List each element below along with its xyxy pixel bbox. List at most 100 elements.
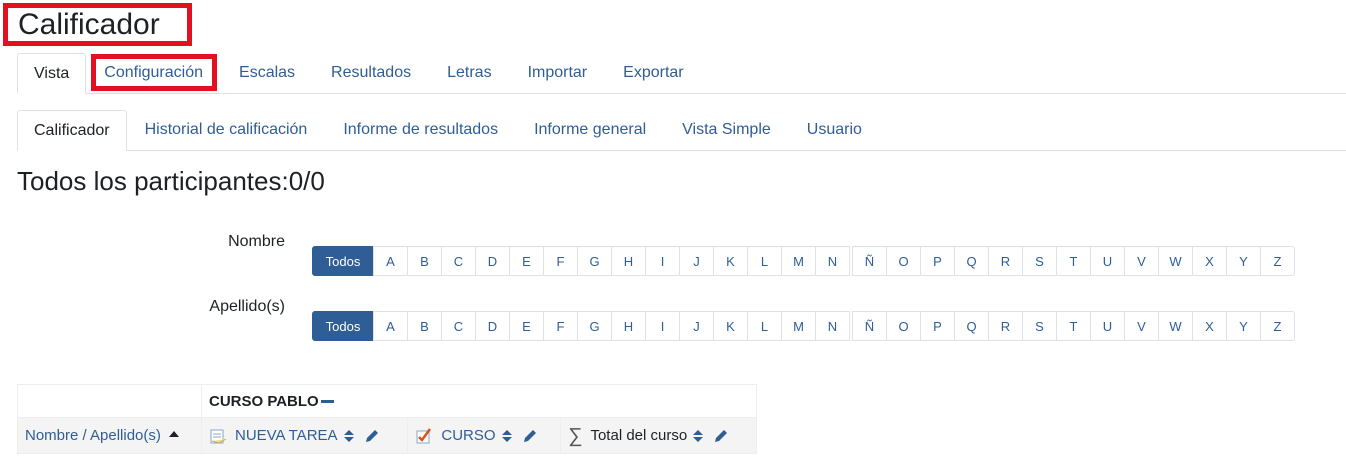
sort-asc-icon[interactable] xyxy=(168,430,179,437)
initial-button[interactable]: X xyxy=(1192,311,1227,341)
sort-icon[interactable] xyxy=(501,429,512,442)
initial-button[interactable]: E xyxy=(509,246,544,276)
tab-escalas[interactable]: Escalas xyxy=(221,53,313,93)
initial-button[interactable]: V xyxy=(1124,246,1159,276)
sort-icon[interactable] xyxy=(343,429,354,442)
tab-calificador[interactable]: Calificador xyxy=(17,110,127,151)
grader-table: CURSO PABLO Nombre / Apellido(s) NUEVA T… xyxy=(17,384,757,454)
initial-button[interactable]: Ñ xyxy=(852,311,887,341)
initial-button[interactable]: B xyxy=(407,246,442,276)
initial-button[interactable]: R xyxy=(988,311,1023,341)
initial-button[interactable]: Y xyxy=(1226,246,1261,276)
tab-configuracion[interactable]: Configuración xyxy=(86,53,221,93)
initial-button[interactable]: R xyxy=(988,246,1023,276)
participants-heading: Todos los participantes:0/0 xyxy=(17,166,325,196)
initial-button[interactable]: Y xyxy=(1226,311,1261,341)
tab-exportar[interactable]: Exportar xyxy=(605,53,701,93)
initial-button[interactable]: P xyxy=(920,246,955,276)
sort-name-link[interactable]: Nombre / Apellido(s) xyxy=(25,427,161,444)
collapse-icon[interactable] xyxy=(320,400,334,404)
grade-item-header: CURSO xyxy=(407,417,562,454)
initial-button[interactable]: G xyxy=(577,246,612,276)
sub-tabs: Calificador Historial de calificación In… xyxy=(17,110,1346,151)
initial-button[interactable]: Q xyxy=(954,311,989,341)
initial-button[interactable]: S xyxy=(1022,311,1057,341)
initial-button[interactable]: G xyxy=(577,311,612,341)
highlight-box-title xyxy=(3,3,192,46)
edit-pencil-icon[interactable] xyxy=(522,428,538,444)
initial-button[interactable]: A xyxy=(373,311,408,341)
initial-button[interactable]: Q xyxy=(954,246,989,276)
grade-item-header: NUEVA TAREA xyxy=(200,417,409,454)
assignment-icon xyxy=(210,429,227,444)
grade-item-link[interactable]: NUEVA TAREA xyxy=(235,427,338,444)
initial-button[interactable]: U xyxy=(1090,246,1125,276)
initial-button[interactable]: V xyxy=(1124,311,1159,341)
initial-button[interactable]: J xyxy=(679,311,714,341)
tab-informe-resultados[interactable]: Informe de resultados xyxy=(325,110,516,150)
lastname-initials-bar: Todos A B C D E F G H I J K L M N Ñ O P Q R S T U V W X Y Z xyxy=(312,311,1295,341)
initial-button[interactable]: L xyxy=(747,246,782,276)
initial-button[interactable]: W xyxy=(1158,311,1193,341)
initial-button[interactable]: U xyxy=(1090,311,1125,341)
course-name: CURSO PABLO xyxy=(209,392,319,410)
initial-button[interactable]: O xyxy=(886,246,921,276)
tab-vista[interactable]: Vista xyxy=(17,53,87,94)
initial-button[interactable]: I xyxy=(645,311,680,341)
initial-button[interactable]: P xyxy=(920,311,955,341)
edit-pencil-icon[interactable] xyxy=(713,428,729,444)
sigma-icon: ∑ xyxy=(568,424,583,447)
initial-button[interactable]: C xyxy=(441,246,476,276)
course-total-label: Total del curso xyxy=(590,427,688,444)
initial-button[interactable]: O xyxy=(886,311,921,341)
tab-resultados[interactable]: Resultados xyxy=(313,53,429,93)
initial-button[interactable]: L xyxy=(747,311,782,341)
initial-all-button[interactable]: Todos xyxy=(312,246,374,276)
firstname-initials-bar: Todos A B C D E F G H I J K L M N Ñ O P Q R S T U V W X Y Z xyxy=(312,246,1295,276)
initial-button[interactable]: H xyxy=(611,311,646,341)
initial-button[interactable]: F xyxy=(543,311,578,341)
initial-button[interactable]: X xyxy=(1192,246,1227,276)
edit-pencil-icon[interactable] xyxy=(364,428,380,444)
tab-importar[interactable]: Importar xyxy=(510,53,606,93)
initial-button[interactable]: T xyxy=(1056,311,1091,341)
initial-button[interactable]: A xyxy=(373,246,408,276)
tab-historial[interactable]: Historial de calificación xyxy=(127,110,326,150)
initial-button[interactable]: K xyxy=(713,311,748,341)
user-column-header: Nombre / Apellido(s) xyxy=(17,417,202,454)
header-blank-cell xyxy=(17,384,202,418)
initial-button[interactable]: E xyxy=(509,311,544,341)
initial-button[interactable]: B xyxy=(407,311,442,341)
initial-button[interactable]: N xyxy=(815,246,850,276)
initial-button[interactable]: I xyxy=(645,246,680,276)
nav-tabs: Vista Configuración Escalas Resultados L… xyxy=(17,53,1346,94)
firstname-filter-label: Nombre xyxy=(228,233,285,250)
initial-button[interactable]: D xyxy=(475,311,510,341)
initial-button[interactable]: S xyxy=(1022,246,1057,276)
initial-button[interactable]: D xyxy=(475,246,510,276)
tab-vista-simple[interactable]: Vista Simple xyxy=(664,110,789,150)
initial-button[interactable]: M xyxy=(781,246,816,276)
initial-button[interactable]: Z xyxy=(1260,311,1295,341)
course-total-header: ∑ Total del curso xyxy=(560,417,757,454)
tab-letras[interactable]: Letras xyxy=(429,53,509,93)
initial-button[interactable]: F xyxy=(543,246,578,276)
tab-usuario[interactable]: Usuario xyxy=(789,110,880,150)
initial-button[interactable]: Z xyxy=(1260,246,1295,276)
lastname-filter-label: Apellido(s) xyxy=(209,298,285,315)
initial-button[interactable]: T xyxy=(1056,246,1091,276)
initial-all-button[interactable]: Todos xyxy=(312,311,374,341)
initial-button[interactable]: J xyxy=(679,246,714,276)
initial-button[interactable]: H xyxy=(611,246,646,276)
initial-button[interactable]: N xyxy=(815,311,850,341)
initial-button[interactable]: W xyxy=(1158,246,1193,276)
initial-button[interactable]: K xyxy=(713,246,748,276)
initial-button[interactable]: C xyxy=(441,311,476,341)
sort-icon[interactable] xyxy=(693,429,704,442)
initial-button[interactable]: Ñ xyxy=(852,246,887,276)
course-category-cell: CURSO PABLO xyxy=(201,384,757,418)
quiz-icon xyxy=(416,427,432,443)
initial-button[interactable]: M xyxy=(781,311,816,341)
grade-item-link[interactable]: CURSO xyxy=(441,427,495,444)
tab-informe-general[interactable]: Informe general xyxy=(516,110,664,150)
